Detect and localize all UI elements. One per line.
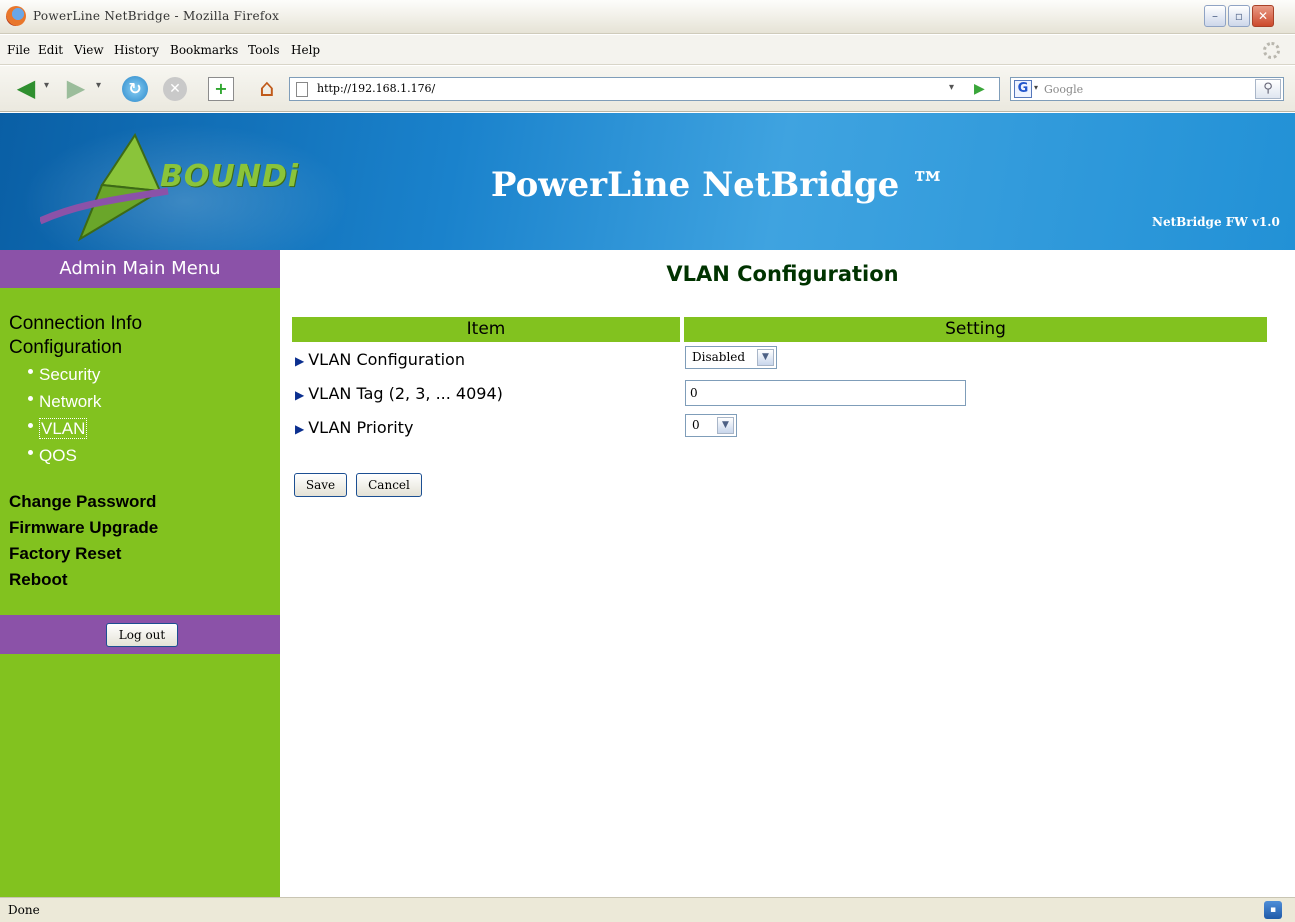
extension-icon[interactable]: ▪: [1264, 901, 1282, 919]
sidebar-item-network[interactable]: Network: [28, 392, 101, 412]
close-button[interactable]: ✕: [1252, 5, 1274, 27]
new-tab-icon[interactable]: +: [208, 77, 234, 101]
menu-history[interactable]: History: [114, 43, 159, 57]
vlan-tag-label: ▶ VLAN Tag (2, 3, ... 4094): [295, 384, 503, 403]
page-banner: BOUNDi PowerLine NetBridge ™ NetBridge F…: [0, 113, 1295, 250]
bullet-icon: [28, 396, 33, 401]
forward-history-dropdown-icon[interactable]: ▾: [96, 80, 101, 91]
bullet-icon: [28, 450, 33, 455]
menu-view[interactable]: View: [74, 43, 104, 57]
address-bar[interactable]: http://192.168.1.176/ ▾ ▶: [289, 77, 1000, 101]
chevron-down-icon[interactable]: ▼: [757, 349, 774, 366]
url-history-dropdown-icon[interactable]: ▾: [949, 82, 954, 93]
reload-icon[interactable]: ↻: [122, 76, 148, 102]
sidebar-item-connection-info[interactable]: Connection Info: [9, 313, 142, 335]
admin-sidebar: Admin Main Menu Connection Info Configur…: [0, 250, 280, 897]
logout-button[interactable]: Log out: [106, 623, 178, 647]
sidebar-header: Admin Main Menu: [0, 250, 280, 288]
sidebar-item-configuration[interactable]: Configuration: [9, 337, 122, 359]
url-text[interactable]: http://192.168.1.176/: [317, 82, 435, 95]
stop-icon[interactable]: ✕: [163, 77, 187, 101]
sidebar-item-security[interactable]: Security: [28, 365, 100, 385]
page-icon: [296, 82, 308, 97]
bullet-icon: [28, 423, 33, 428]
back-arrow-icon[interactable]: ◀: [10, 76, 42, 100]
navigation-toolbar: ◀ ▾ ▶ ▾ ↻ ✕ + ⌂ http://192.168.1.176/ ▾ …: [0, 66, 1295, 112]
forward-arrow-icon[interactable]: ▶: [60, 76, 92, 100]
table-header-setting: Setting: [684, 317, 1267, 342]
menu-help[interactable]: Help: [291, 43, 320, 57]
firmware-version-label: NetBridge FW v1.0: [1152, 215, 1280, 229]
page-title: VLAN Configuration: [666, 262, 899, 286]
row-arrow-icon: ▶: [295, 354, 305, 368]
menu-bar: File Edit View History Bookmarks Tools H…: [0, 35, 1295, 65]
sidebar-item-qos[interactable]: QOS: [28, 446, 77, 466]
menu-edit[interactable]: Edit: [38, 43, 63, 57]
search-engine-dropdown-icon[interactable]: ▾: [1034, 83, 1038, 92]
product-title: PowerLine NetBridge ™: [490, 165, 946, 205]
throbber-icon: [1263, 42, 1280, 59]
search-placeholder[interactable]: Google: [1044, 83, 1083, 96]
search-box[interactable]: G ▾ Google ⚲: [1010, 77, 1284, 101]
firefox-icon: [6, 6, 26, 26]
logout-band: Log out: [0, 615, 280, 654]
vlan-configuration-select[interactable]: Disabled ▼: [685, 346, 777, 369]
row-arrow-icon: ▶: [295, 422, 305, 436]
sidebar-item-firmware-upgrade[interactable]: Firmware Upgrade: [9, 518, 158, 538]
sidebar-item-change-password[interactable]: Change Password: [9, 492, 156, 512]
window-title-bar: PowerLine NetBridge - Mozilla Firefox – …: [0, 0, 1295, 34]
back-history-dropdown-icon[interactable]: ▾: [44, 80, 49, 91]
menu-tools[interactable]: Tools: [248, 43, 280, 57]
home-icon[interactable]: ⌂: [253, 75, 281, 101]
search-engine-icon[interactable]: G: [1014, 80, 1032, 98]
table-header-item: Item: [292, 317, 680, 342]
minimize-button[interactable]: –: [1204, 5, 1226, 27]
vlan-configuration-label: ▶ VLAN Configuration: [295, 350, 465, 369]
save-button[interactable]: Save: [294, 473, 347, 497]
bullet-icon: [28, 369, 33, 374]
menu-file[interactable]: File: [7, 43, 30, 57]
row-arrow-icon: ▶: [295, 388, 305, 402]
maximize-button[interactable]: ▫: [1228, 5, 1250, 27]
vlan-tag-input[interactable]: 0: [685, 380, 966, 406]
search-icon[interactable]: ⚲: [1255, 79, 1281, 99]
menu-bookmarks[interactable]: Bookmarks: [170, 43, 238, 57]
cancel-button[interactable]: Cancel: [356, 473, 422, 497]
chevron-down-icon[interactable]: ▼: [717, 417, 734, 434]
status-text: Done: [8, 903, 40, 917]
sidebar-item-reboot[interactable]: Reboot: [9, 570, 68, 590]
go-arrow-icon[interactable]: ▶: [974, 81, 985, 97]
window-title: PowerLine NetBridge - Mozilla Firefox: [33, 9, 280, 23]
sidebar-item-factory-reset[interactable]: Factory Reset: [9, 544, 121, 564]
sidebar-item-vlan[interactable]: VLAN: [28, 418, 88, 439]
vlan-priority-select[interactable]: 0 ▼: [685, 414, 737, 437]
vlan-priority-label: ▶ VLAN Priority: [295, 418, 414, 437]
status-bar: Done ▪: [0, 897, 1295, 922]
